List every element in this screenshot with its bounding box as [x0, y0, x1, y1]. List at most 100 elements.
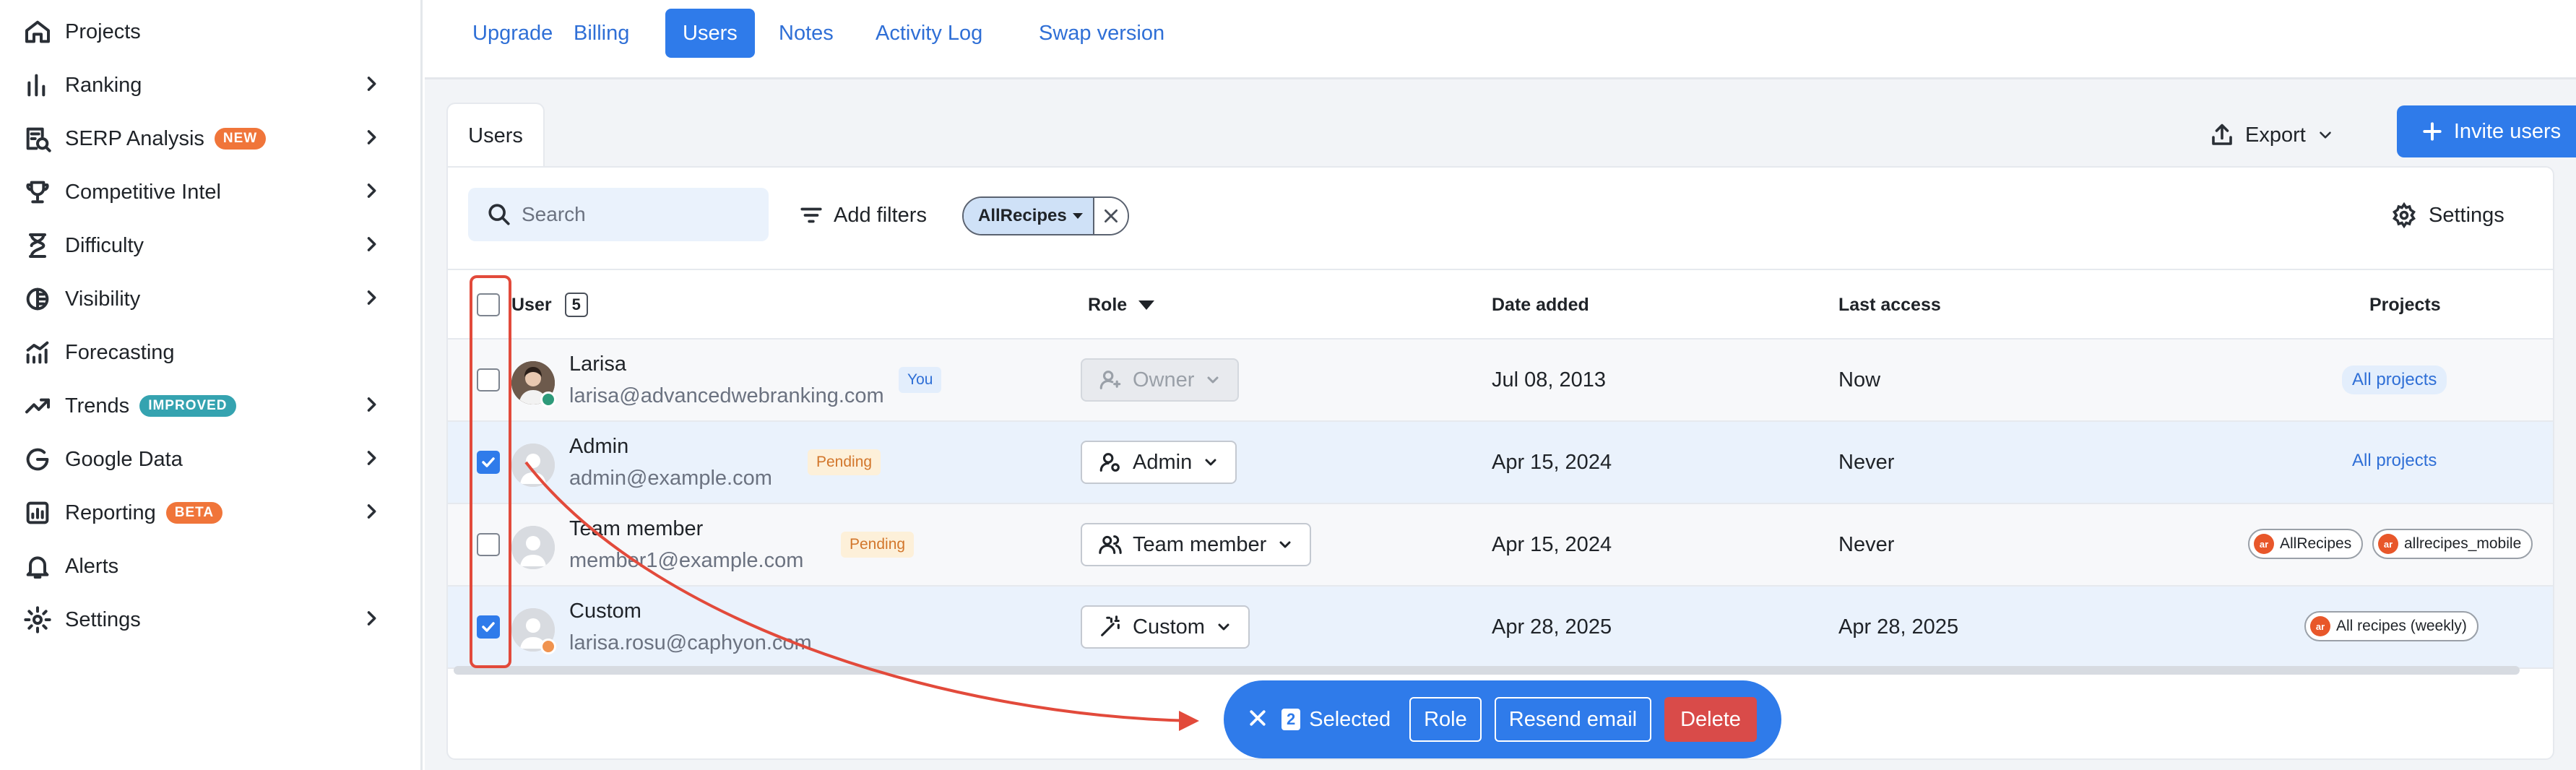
sidebar-item-label: Projects [65, 20, 141, 43]
panel-tab-users[interactable]: Users [446, 103, 545, 168]
horizontal-scrollbar[interactable] [454, 666, 2520, 675]
sidebar-item-settings[interactable]: Settings [22, 598, 383, 641]
chevron-right-icon [361, 127, 383, 150]
projects-link[interactable]: All projects [2342, 365, 2447, 394]
delete-button[interactable]: Delete [1664, 697, 1757, 742]
user-email: admin@example.com [569, 467, 772, 490]
selected-label: Selected [1309, 707, 1391, 731]
remove-filter-button[interactable] [1092, 198, 1128, 234]
trend-icon [22, 390, 53, 422]
tab-notes[interactable]: Notes [761, 9, 851, 58]
google-icon [22, 444, 53, 475]
column-last-access[interactable]: Last access [1838, 270, 1941, 339]
sidebar-item-serp-analysis[interactable]: SERP Analysis NEW [22, 117, 383, 160]
sidebar-item-forecasting[interactable]: Forecasting [22, 331, 383, 374]
pending-badge: Pending [808, 449, 881, 475]
sidebar-item-label: Trends [65, 394, 130, 418]
sidebar-item-trends[interactable]: Trends IMPROVED [22, 384, 383, 428]
sidebar-item-label: Reporting [65, 501, 156, 524]
projects-link[interactable]: All projects [2352, 451, 2437, 471]
user-count-badge: 5 [564, 293, 588, 317]
chevron-right-icon [361, 287, 383, 311]
sort-desc-icon [1138, 300, 1155, 310]
avatar [511, 526, 555, 569]
role-label: Admin [1133, 450, 1193, 474]
project-logo-icon: ar [2254, 534, 2274, 554]
sidebar-item-google-data[interactable]: Google Data [22, 438, 383, 481]
plus-icon [2423, 122, 2442, 141]
project-chip[interactable]: ar All recipes (weekly) [2304, 611, 2478, 641]
date-added: Apr 15, 2024 [1492, 533, 1612, 556]
sidebar-item-projects[interactable]: Projects [22, 10, 383, 53]
column-date-added[interactable]: Date added [1492, 270, 1589, 339]
sidebar-item-label: Alerts [65, 554, 119, 578]
user-name: Admin [569, 435, 629, 458]
filter-chip: AllRecipes [962, 196, 1129, 235]
gear-icon [22, 604, 53, 636]
search-box[interactable] [468, 188, 769, 241]
chevron-right-icon [361, 394, 383, 418]
invite-users-button[interactable]: Invite users [2397, 105, 2576, 157]
sidebar-item-label: Competitive Intel [65, 180, 221, 204]
search-input[interactable] [522, 203, 753, 226]
sidebar-item-competitive-intel[interactable]: Competitive Intel [22, 170, 383, 214]
users-table-card: Add filters AllRecipes Settings User [446, 166, 2554, 760]
report-icon [22, 497, 53, 529]
bar-chart-icon [22, 69, 53, 101]
export-button[interactable]: Export [2209, 110, 2335, 160]
column-projects[interactable]: Projects [2369, 270, 2441, 339]
chevron-down-icon [1218, 623, 1229, 631]
sidebar-item-visibility[interactable]: Visibility [22, 277, 383, 321]
sidebar: Projects Ranking SERP Analysis NEW Compe… [0, 0, 423, 770]
last-access: Apr 28, 2025 [1838, 615, 1959, 639]
settings-label: Settings [2429, 203, 2504, 227]
table-row: Admin admin@example.com Pending Admin Ap… [448, 422, 2553, 504]
avatar [511, 444, 555, 487]
bulk-role-button[interactable]: Role [1409, 697, 1482, 742]
sidebar-item-alerts[interactable]: Alerts [22, 545, 383, 588]
sidebar-item-difficulty[interactable]: Difficulty [22, 224, 383, 267]
role-dropdown[interactable]: Admin [1081, 441, 1237, 484]
table-row: Larisa larisa@advancedwebranking.com You… [448, 339, 2553, 422]
add-filters-button[interactable]: Add filters [799, 194, 927, 237]
column-role[interactable]: Role [1088, 270, 1155, 339]
project-chip-label: AllRecipes [2280, 535, 2352, 552]
resend-email-button[interactable]: Resend email [1494, 697, 1652, 742]
role-label: Owner [1133, 368, 1195, 392]
sidebar-item-ranking[interactable]: Ranking [22, 64, 383, 107]
table-settings-button[interactable]: Settings [2391, 194, 2504, 237]
tab-upgrade[interactable]: Upgrade [455, 9, 570, 58]
sidebar-item-label: SERP Analysis [65, 126, 204, 150]
you-badge: You [899, 367, 942, 393]
export-icon [2212, 124, 2232, 145]
owner-icon [1099, 371, 1121, 389]
column-user-label: User [511, 294, 552, 315]
sidebar-item-label: Forecasting [65, 340, 175, 364]
column-user[interactable]: User 5 [511, 270, 588, 339]
project-chip[interactable]: ar allrecipes_mobile [2372, 529, 2533, 559]
sidebar-item-label: Difficulty [65, 233, 144, 257]
role-dropdown[interactable]: Custom [1081, 605, 1250, 649]
tab-billing[interactable]: Billing [556, 9, 647, 58]
magic-wand-icon [1101, 615, 1120, 636]
project-chip[interactable]: ar AllRecipes [2248, 529, 2364, 559]
add-filters-label: Add filters [834, 203, 927, 227]
close-icon [1104, 209, 1118, 222]
checkbox-column-highlight [470, 275, 511, 668]
role-dropdown[interactable]: Team member [1081, 523, 1312, 566]
close-icon [1250, 709, 1266, 726]
chevron-down-icon [2320, 131, 2331, 139]
chevron-right-icon [361, 234, 383, 257]
filter-chip-label: AllRecipes [978, 206, 1067, 225]
clear-selection-button[interactable] [1247, 707, 1268, 732]
role-label: Custom [1133, 615, 1205, 639]
improved-tag: IMPROVED [139, 395, 236, 417]
tab-swap-version[interactable]: Swap version [1021, 9, 1182, 58]
filter-chip-dropdown[interactable]: AllRecipes [964, 198, 1093, 234]
new-tag: NEW [214, 128, 267, 150]
invite-users-label: Invite users [2453, 119, 2562, 143]
sidebar-item-reporting[interactable]: Reporting BETA [22, 491, 383, 535]
tab-activity-log[interactable]: Activity Log [858, 9, 1000, 58]
home-icon [22, 16, 53, 48]
tab-users[interactable]: Users [665, 9, 755, 58]
